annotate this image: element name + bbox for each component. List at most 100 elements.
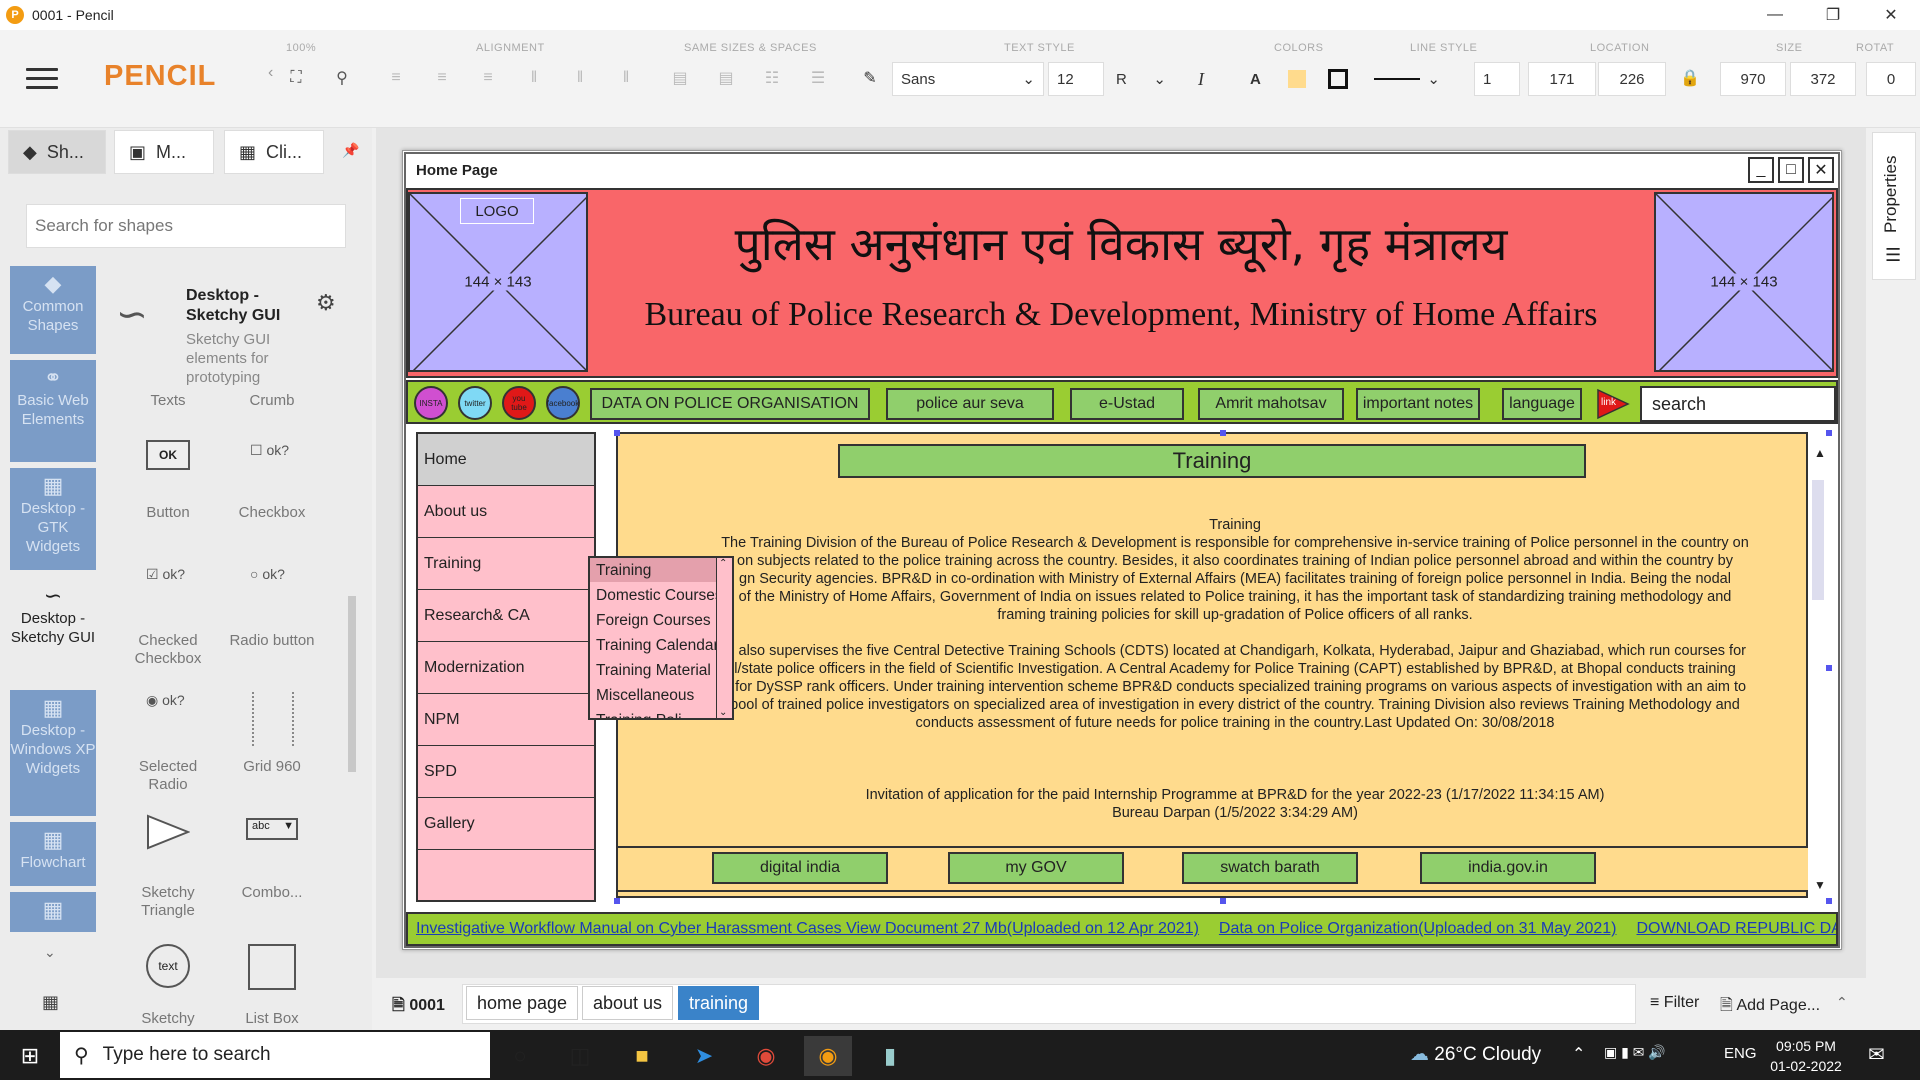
nav-amrit-mahotsav[interactable]: Amrit mahotsav xyxy=(1198,388,1344,420)
scroll-up-icon[interactable]: ⌃ xyxy=(719,558,727,569)
dropdown-item-training[interactable]: Training xyxy=(596,562,651,580)
right-image-placeholder[interactable]: 144 × 143 xyxy=(1654,192,1834,372)
app-taskbar-icon[interactable]: ▮ xyxy=(866,1036,914,1076)
tab-shapes[interactable]: ◆ Sh... xyxy=(8,130,106,174)
shape-list-box[interactable]: List Box xyxy=(224,1010,320,1028)
shape-texts[interactable]: Texts xyxy=(120,392,216,410)
collapse-chevron-icon[interactable]: ‹ xyxy=(268,64,273,82)
shape-scrollbar[interactable] xyxy=(346,400,356,1020)
shape-grid-960[interactable]: Grid 960 xyxy=(224,758,320,776)
align-top-icon[interactable]: ‖ xyxy=(522,66,546,90)
menu-training[interactable]: Training xyxy=(418,538,594,590)
shape-search-input[interactable]: Search for shapes xyxy=(26,204,346,248)
language-indicator[interactable]: ENG xyxy=(1724,1045,1757,1062)
selection-handle[interactable] xyxy=(1826,430,1832,436)
scroll-thumb[interactable] xyxy=(1812,480,1824,600)
shape-sketchy-circle[interactable]: Sketchy xyxy=(120,1010,216,1028)
clock[interactable]: 09:05 PM 01-02-2022 xyxy=(1768,1036,1844,1076)
document-tab[interactable]: 🗎 0001 xyxy=(392,994,445,1021)
filter-button[interactable]: ≡ Filter xyxy=(1650,994,1699,1012)
proto-close-icon[interactable]: ✕ xyxy=(1808,157,1834,183)
same-height-icon[interactable]: ▤ xyxy=(714,66,738,90)
proto-search-field[interactable]: search xyxy=(1640,386,1836,422)
selection-handle[interactable] xyxy=(1826,665,1832,671)
page-tab-training[interactable]: training xyxy=(678,986,760,1020)
category-common-shapes[interactable]: ◆ Common Shapes xyxy=(10,266,96,354)
menu-modernization[interactable]: Modernization xyxy=(418,642,594,694)
fill-color-swatch[interactable] xyxy=(1288,70,1306,88)
maximize-button[interactable]: ❐ xyxy=(1804,0,1862,30)
tab-clipart[interactable]: ▦ Cli... xyxy=(224,130,324,174)
chevron-down-icon[interactable]: ⌄ xyxy=(44,944,56,961)
menu-research[interactable]: Research& CA xyxy=(418,590,594,642)
minimize-button[interactable]: — xyxy=(1746,0,1804,30)
weather-widget[interactable]: ☁ 26°C Cloudy xyxy=(1410,1043,1541,1066)
stroke-color-swatch[interactable] xyxy=(1328,69,1348,89)
windows-start-icon[interactable]: ⊞ xyxy=(6,1036,54,1076)
proto-minimize-icon[interactable]: _ xyxy=(1748,157,1774,183)
format-painter-icon[interactable]: ✎ xyxy=(858,66,882,90)
proto-maximize-icon[interactable]: □ xyxy=(1778,157,1804,183)
selection-handle[interactable] xyxy=(614,430,620,436)
line-width-input[interactable]: 1 xyxy=(1474,62,1520,96)
pencil-taskbar-icon[interactable]: ◉ xyxy=(804,1036,852,1076)
h-space-icon[interactable]: ☷ xyxy=(760,66,784,90)
lock-icon[interactable]: 🔒 xyxy=(1678,66,1702,90)
shape-crumb[interactable]: Crumb xyxy=(224,392,320,410)
location-x-input[interactable]: 171 xyxy=(1528,62,1596,96)
align-center-icon[interactable]: ≡ xyxy=(430,66,454,90)
selection-handle[interactable] xyxy=(1826,898,1832,904)
dropdown-item-foreign[interactable]: Foreign Courses xyxy=(596,612,711,630)
ticker-link-republic-day[interactable]: DOWNLOAD REPUBLIC DAY CELE xyxy=(1637,920,1837,938)
task-view-icon[interactable]: ◫ xyxy=(556,1036,604,1076)
taskbar-search[interactable]: ⚲ Type here to search xyxy=(60,1032,490,1078)
dropdown-item-policy[interactable]: Training Poli... xyxy=(596,712,695,718)
text-color-button[interactable]: A xyxy=(1242,62,1274,96)
properties-tab[interactable]: Properties ☰ xyxy=(1872,132,1916,280)
shape-sketchy-triangle[interactable]: Sketchy Triangle xyxy=(120,884,216,920)
scroll-down-icon[interactable]: ⌄ xyxy=(719,707,727,718)
category-flowchart[interactable]: ▦ Flowchart xyxy=(10,822,96,886)
nav-data-police-org[interactable]: DATA ON POLICE ORGANISATION xyxy=(590,388,870,420)
line-style-select[interactable]: ⌄ xyxy=(1366,62,1448,96)
vscode-icon[interactable]: ➤ xyxy=(680,1036,728,1076)
menu-spd[interactable]: SPD xyxy=(418,746,594,798)
cortana-icon[interactable]: ○ xyxy=(496,1036,544,1076)
menu-about-us[interactable]: About us xyxy=(418,486,594,538)
twitter-link[interactable]: twitter xyxy=(458,386,492,420)
align-left-icon[interactable]: ≡ xyxy=(384,66,408,90)
notice-bureau-darpan[interactable]: Bureau Darpan (1/5/2022 3:34:29 AM) xyxy=(700,804,1770,822)
link-my-gov[interactable]: my GOV xyxy=(948,852,1124,884)
link-swatch-barath[interactable]: swatch barath xyxy=(1182,852,1358,884)
font-family-select[interactable]: Sans ⌄ xyxy=(892,62,1044,96)
scroll-thumb[interactable] xyxy=(348,596,356,772)
scroll-down-icon[interactable]: ▼ xyxy=(1814,878,1826,892)
dropdown-item-domestic[interactable]: Domestic Courses xyxy=(596,587,723,605)
fit-screen-icon[interactable]: ⛶ xyxy=(284,66,308,90)
size-height-input[interactable]: 372 xyxy=(1790,62,1856,96)
nav-language[interactable]: language xyxy=(1502,388,1582,420)
ticker-link-cyber-manual[interactable]: Investigative Workflow Manual on Cyber H… xyxy=(416,920,1199,938)
menu-home[interactable]: Home xyxy=(418,434,594,486)
link-india-gov[interactable]: india.gov.in xyxy=(1420,852,1596,884)
tab-my-collections[interactable]: ▣ M... xyxy=(114,130,214,174)
page-tab-about[interactable]: about us xyxy=(582,986,674,1020)
size-width-input[interactable]: 970 xyxy=(1720,62,1786,96)
rotate-input[interactable]: 0 xyxy=(1866,62,1916,96)
category-sketchy-gui[interactable]: ∽ Desktop - Sketchy GUI xyxy=(10,578,96,674)
facebook-link[interactable]: facebook xyxy=(546,386,580,420)
location-y-input[interactable]: 226 xyxy=(1598,62,1666,96)
shape-checked-checkbox[interactable]: Checked Checkbox xyxy=(120,632,216,668)
category-gtk[interactable]: ▦ Desktop - GTK Widgets xyxy=(10,468,96,570)
file-explorer-icon[interactable]: ■ xyxy=(618,1036,666,1076)
nav-important-notes[interactable]: important notes xyxy=(1356,388,1480,420)
notification-icon[interactable]: ✉ xyxy=(1868,1042,1885,1067)
menu-gallery[interactable]: Gallery xyxy=(418,798,594,850)
font-size-input[interactable]: 12 xyxy=(1048,62,1104,96)
italic-button[interactable]: I xyxy=(1190,62,1222,96)
instagram-link[interactable]: INSTA xyxy=(414,386,448,420)
scroll-up-icon[interactable]: ▲ xyxy=(1814,446,1826,460)
apps-grid-icon[interactable]: ▦ xyxy=(42,992,59,1013)
dropdown-item-calendar[interactable]: Training Calendar xyxy=(596,637,719,655)
shape-radio-button[interactable]: Radio button xyxy=(224,632,320,650)
